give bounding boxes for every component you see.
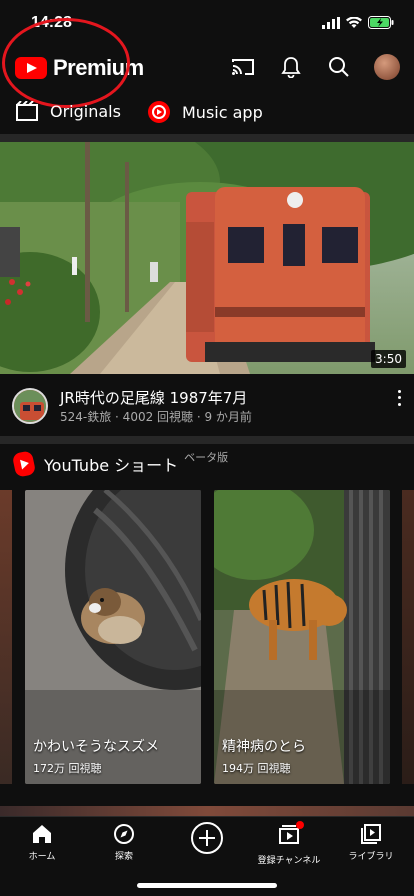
nav-library-label: ライブラリ xyxy=(348,852,394,862)
short-card-partial[interactable] xyxy=(0,490,12,784)
notifications-button[interactable] xyxy=(278,54,304,80)
short-caption: かわいそうなスズメ xyxy=(33,739,159,755)
short-card[interactable]: 精神病のとら 194万 回視聴 xyxy=(214,490,390,784)
short-card-partial[interactable] xyxy=(402,490,414,784)
cast-button[interactable] xyxy=(230,54,256,80)
youtube-premium-logo[interactable]: Premium xyxy=(15,55,144,81)
nav-explore[interactable]: 探索 xyxy=(84,823,164,862)
signal-icon xyxy=(322,16,340,29)
logo-text: Premium xyxy=(53,55,144,80)
video-channel-meta: 524-鉄旅 · 4002 回視聴 · 9 か月前 xyxy=(60,410,252,424)
status-time: 14:28 xyxy=(31,14,72,31)
wifi-icon xyxy=(346,16,362,28)
nav-explore-label: 探索 xyxy=(114,852,133,862)
nav-subscriptions[interactable]: 登録チャンネル xyxy=(249,821,329,866)
bell-icon xyxy=(281,57,301,78)
next-content-peek xyxy=(0,806,414,816)
search-button[interactable] xyxy=(326,54,352,80)
battery-icon xyxy=(368,16,394,29)
video-thumbnail[interactable]: 3:50 xyxy=(0,142,414,374)
account-avatar[interactable] xyxy=(374,54,400,80)
chip-music-app[interactable]: Music app xyxy=(148,101,263,123)
shorts-header: YouTube ショート ベータ版 xyxy=(11,450,229,478)
header-actions xyxy=(230,54,400,80)
bottom-navigation: ホーム 探索 登録チャンネル ライブラリ xyxy=(0,816,414,896)
divider xyxy=(0,436,414,444)
status-bar: 14:28 xyxy=(0,0,414,44)
explore-icon xyxy=(114,824,134,844)
nav-library[interactable]: ライブラリ xyxy=(331,823,411,862)
app-header: Premium xyxy=(0,44,414,90)
shorts-title: YouTube ショート xyxy=(44,456,179,475)
library-icon xyxy=(361,824,381,844)
short-card[interactable]: かわいそうなスズメ 172万 回視聴 xyxy=(25,490,201,784)
nav-create[interactable] xyxy=(167,821,247,855)
search-icon xyxy=(329,57,349,77)
cast-icon xyxy=(232,59,254,75)
chip-originals-label: Originals xyxy=(50,101,121,121)
chip-music-label: Music app xyxy=(182,102,263,122)
short-views: 194万 回視聴 xyxy=(222,762,291,775)
video-duration: 3:50 xyxy=(371,350,406,368)
channel-avatar-image xyxy=(14,390,46,422)
nav-home[interactable]: ホーム xyxy=(2,823,82,862)
status-icons xyxy=(322,16,394,29)
chip-bar: Originals Music app xyxy=(0,90,414,134)
divider xyxy=(0,134,414,142)
short-caption: 精神病のとら xyxy=(222,739,306,755)
nav-home-label: ホーム xyxy=(28,852,56,862)
chip-originals[interactable]: Originals xyxy=(16,101,121,121)
train-photo xyxy=(0,142,414,374)
channel-avatar[interactable] xyxy=(12,388,48,424)
shorts-beta-label: ベータ版 xyxy=(184,451,229,464)
music-app-icon xyxy=(148,101,170,123)
video-title[interactable]: JR時代の足尾線 1987年7月 xyxy=(60,387,247,408)
video-more-button[interactable] xyxy=(394,388,404,408)
notification-dot xyxy=(296,821,304,829)
create-icon xyxy=(191,822,223,854)
home-icon xyxy=(33,825,51,843)
originals-icon xyxy=(16,101,38,121)
short-views: 172万 回視聴 xyxy=(33,762,102,775)
shorts-icon xyxy=(11,450,37,478)
subscriptions-icon-wrap xyxy=(278,821,304,849)
home-indicator xyxy=(137,883,277,888)
nav-subscriptions-label: 登録チャンネル xyxy=(257,856,321,866)
video-info[interactable]: JR時代の足尾線 1987年7月 524-鉄旅 · 4002 回視聴 · 9 か… xyxy=(0,374,414,434)
youtube-logo-icon xyxy=(15,57,47,79)
